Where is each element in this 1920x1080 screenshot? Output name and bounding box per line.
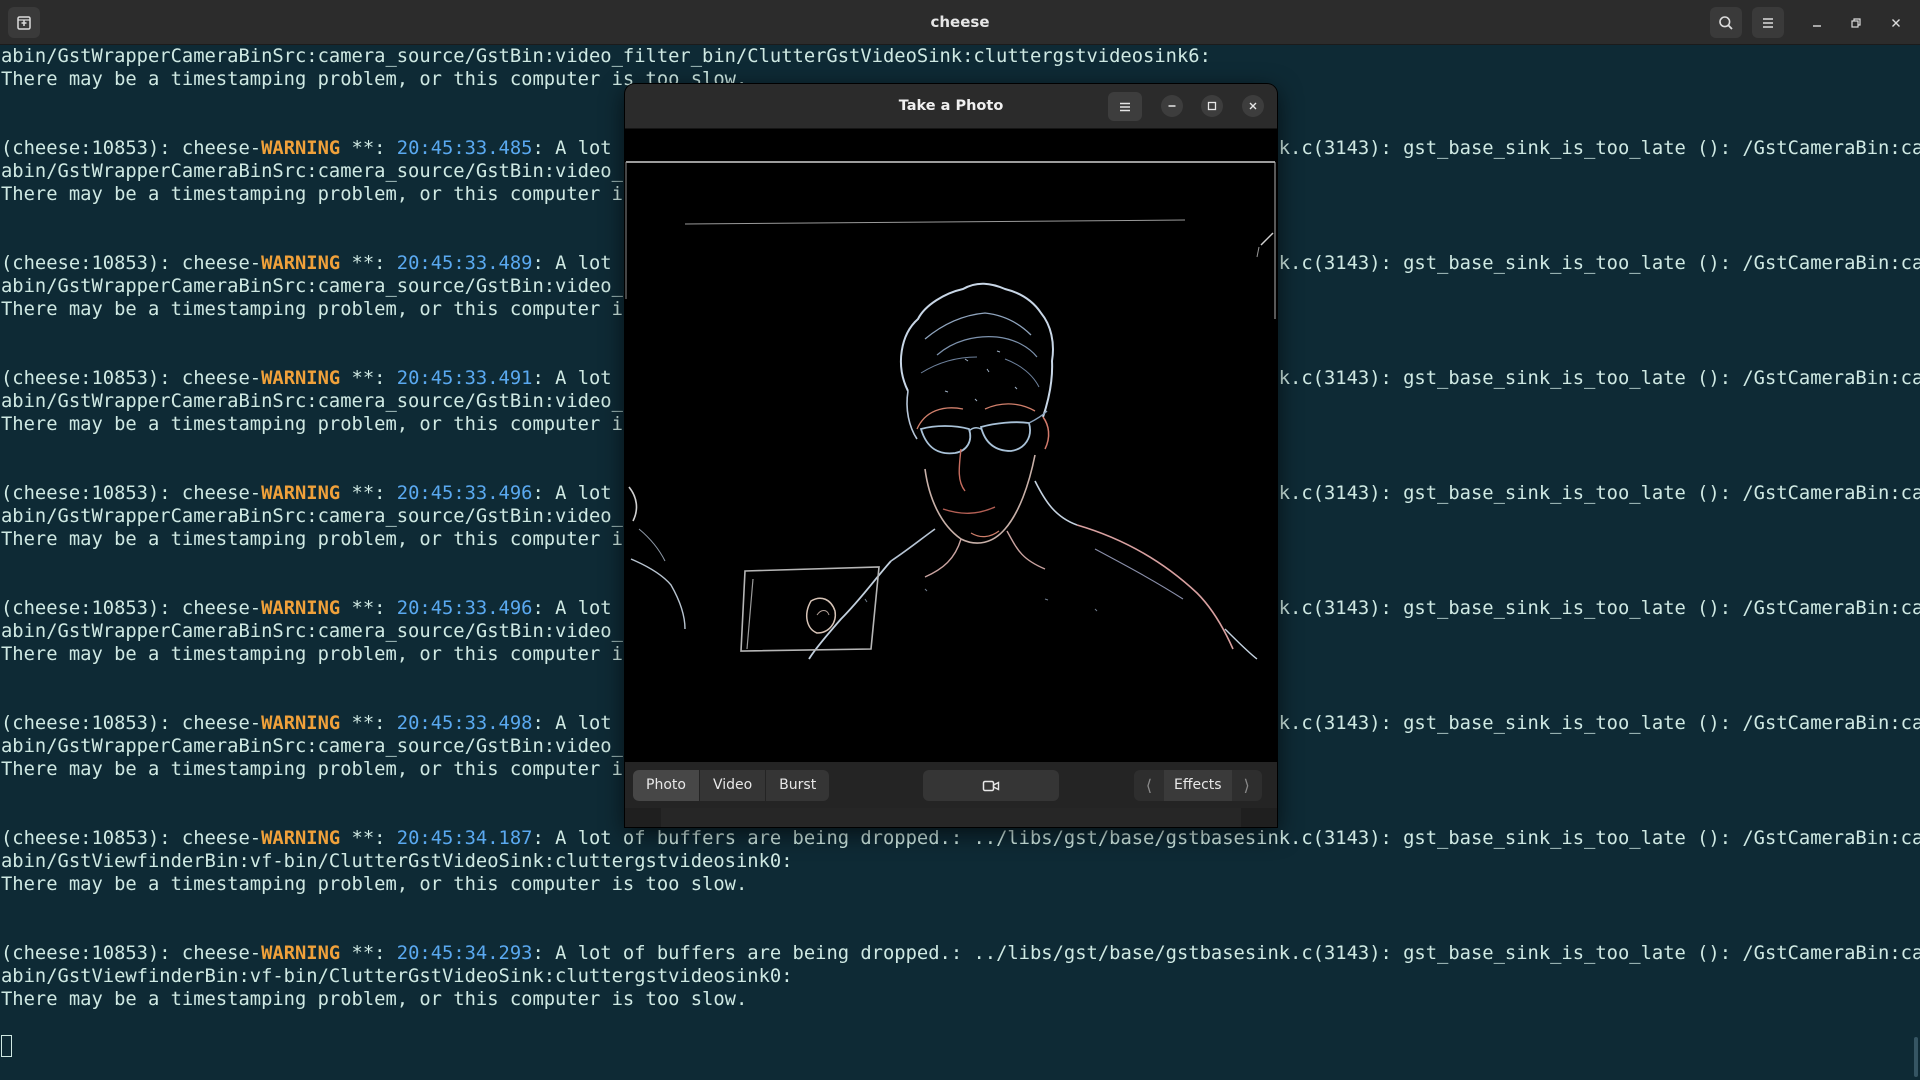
log-mid: **: xyxy=(340,138,397,159)
log-time: 20:45:34.293 xyxy=(396,943,533,964)
log-warn: WARNING xyxy=(261,483,341,504)
dialog-minimize-button[interactable] xyxy=(1161,95,1183,117)
log-pre: (cheese:10853): cheese- xyxy=(1,253,262,274)
log-mid: **: xyxy=(340,253,397,274)
log-warn: WARNING xyxy=(261,828,341,849)
maximize-icon xyxy=(1207,101,1217,111)
camera-viewfinder xyxy=(625,129,1277,762)
log-time: 20:45:33.498 xyxy=(396,713,533,734)
terminal-cursor xyxy=(1,1035,12,1057)
take-photo-button[interactable] xyxy=(923,770,1059,801)
log-rest: : A lot of buffers are being dropped.: .… xyxy=(532,943,1920,964)
log-pre: (cheese:10853): cheese- xyxy=(1,598,262,619)
minimize-icon xyxy=(1168,105,1176,107)
hamburger-menu-icon xyxy=(1120,102,1130,111)
log-time: 20:45:33.485 xyxy=(396,138,533,159)
effects-selector: ⟨ Effects ⟩ xyxy=(1134,770,1262,801)
viewfinder-image xyxy=(625,129,1277,762)
close-button[interactable] xyxy=(1885,12,1907,34)
terminal-line: There may be a timestamping problem, or … xyxy=(1,989,748,1010)
effects-next-button[interactable]: ⟩ xyxy=(1231,770,1262,801)
log-mid: **: xyxy=(340,943,397,964)
minimize-button[interactable] xyxy=(1806,12,1828,34)
log-pre: (cheese:10853): cheese- xyxy=(1,483,262,504)
terminal-scrollbar[interactable] xyxy=(1914,1037,1918,1077)
mode-video-button[interactable]: Video xyxy=(699,770,767,801)
log-warn: WARNING xyxy=(261,138,341,159)
close-icon xyxy=(1249,102,1257,110)
camera-icon xyxy=(982,780,1000,791)
log-warn: WARNING xyxy=(261,253,341,274)
terminal-line: abin/GstViewfinderBin:vf-bin/ClutterGstV… xyxy=(1,851,793,872)
effects-prev-button[interactable]: ⟨ xyxy=(1134,770,1164,801)
hamburger-menu-icon xyxy=(1763,17,1773,28)
log-time: 20:45:34.187 xyxy=(396,828,533,849)
log-time: 20:45:33.496 xyxy=(396,483,533,504)
terminal-headerbar: cheese xyxy=(0,0,1920,45)
log-time: 20:45:33.491 xyxy=(396,368,533,389)
log-pre: (cheese:10853): cheese- xyxy=(1,138,262,159)
log-warn: WARNING xyxy=(261,368,341,389)
log-time: 20:45:33.496 xyxy=(396,598,533,619)
terminal-menu-button[interactable] xyxy=(1752,7,1784,38)
log-mid: **: xyxy=(340,598,397,619)
thumbnail-list[interactable] xyxy=(661,808,1241,827)
close-icon xyxy=(1892,19,1900,27)
log-pre: (cheese:10853): cheese- xyxy=(1,828,262,849)
log-warn: WARNING xyxy=(261,943,341,964)
thumbnail-strip xyxy=(625,808,1277,827)
dialog-close-button[interactable] xyxy=(1242,95,1264,117)
log-mid: **: xyxy=(340,828,397,849)
log-time: 20:45:33.489 xyxy=(396,253,533,274)
terminal-line: (cheese:10853): cheese-WARNING **: 20:45… xyxy=(1,942,1920,965)
search-icon xyxy=(1719,15,1733,30)
minimize-icon xyxy=(1813,25,1821,27)
dialog-menu-button[interactable] xyxy=(1108,92,1142,121)
terminal-line: (cheese:10853): cheese-WARNING **: 20:45… xyxy=(1,827,1920,850)
log-warn: WARNING xyxy=(261,598,341,619)
take-a-photo-dialog: Take a Photo Photo Video Burst ⟨ Effects… xyxy=(625,84,1277,827)
log-pre: (cheese:10853): cheese- xyxy=(1,713,262,734)
log-rest: : A lot of buffers are being dropped.: .… xyxy=(532,828,1920,849)
log-warn: WARNING xyxy=(261,713,341,734)
search-button[interactable] xyxy=(1710,7,1742,38)
terminal-line: There may be a timestamping problem, or … xyxy=(1,874,748,895)
log-pre: (cheese:10853): cheese- xyxy=(1,368,262,389)
terminal-line: abin/GstWrapperCameraBinSrc:camera_sourc… xyxy=(1,46,1211,67)
effects-button[interactable]: Effects xyxy=(1164,770,1232,801)
log-mid: **: xyxy=(340,483,397,504)
terminal-title: cheese xyxy=(930,13,990,31)
dialog-maximize-button[interactable] xyxy=(1201,95,1223,117)
log-pre: (cheese:10853): cheese- xyxy=(1,943,262,964)
mode-selector: Photo Video Burst xyxy=(633,770,830,801)
mode-toolbar: Photo Video Burst ⟨ Effects ⟩ xyxy=(625,762,1277,808)
dialog-headerbar: Take a Photo xyxy=(625,84,1277,129)
terminal-line: abin/GstViewfinderBin:vf-bin/ClutterGstV… xyxy=(1,966,793,987)
restore-button[interactable] xyxy=(1845,12,1867,34)
mode-burst-button[interactable]: Burst xyxy=(766,770,830,801)
mode-photo-button[interactable]: Photo xyxy=(633,770,700,801)
log-mid: **: xyxy=(340,368,397,389)
log-mid: **: xyxy=(340,713,397,734)
restore-icon xyxy=(1851,18,1861,28)
